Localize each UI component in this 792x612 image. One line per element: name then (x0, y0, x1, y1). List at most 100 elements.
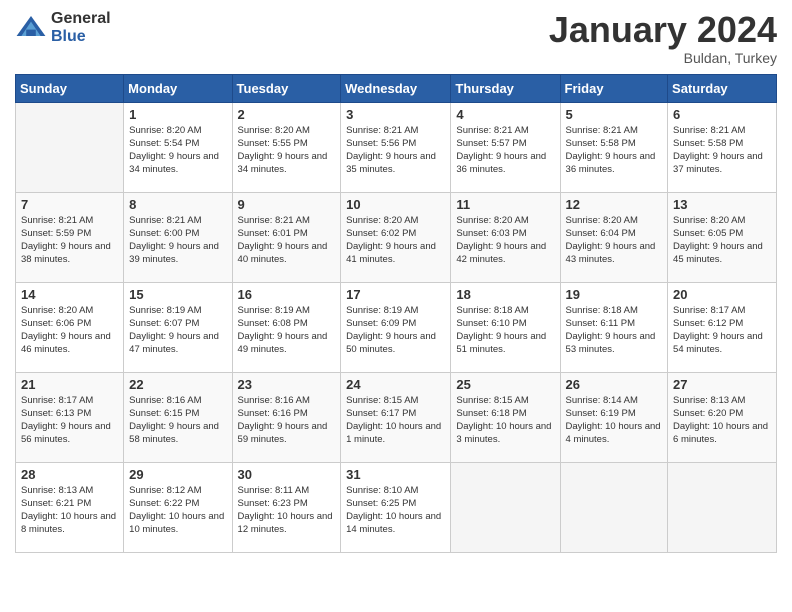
day-number: 26 (566, 377, 663, 392)
day-number: 22 (129, 377, 226, 392)
weekday-header-row: Sunday Monday Tuesday Wednesday Thursday… (16, 74, 777, 102)
title-area: January 2024 Buldan, Turkey (549, 10, 777, 66)
day-info: Sunrise: 8:20 AMSunset: 6:06 PMDaylight:… (21, 304, 118, 357)
day-number: 21 (21, 377, 118, 392)
day-number: 10 (346, 197, 445, 212)
header-friday: Friday (560, 74, 668, 102)
calendar-cell: 10 Sunrise: 8:20 AMSunset: 6:02 PMDaylig… (341, 192, 451, 282)
calendar-cell: 31 Sunrise: 8:10 AMSunset: 6:25 PMDaylig… (341, 462, 451, 552)
day-number: 27 (673, 377, 771, 392)
calendar-cell: 26 Sunrise: 8:14 AMSunset: 6:19 PMDaylig… (560, 372, 668, 462)
day-number: 23 (238, 377, 336, 392)
day-info: Sunrise: 8:19 AMSunset: 6:09 PMDaylight:… (346, 304, 445, 357)
day-info: Sunrise: 8:19 AMSunset: 6:07 PMDaylight:… (129, 304, 226, 357)
calendar-cell: 5 Sunrise: 8:21 AMSunset: 5:58 PMDayligh… (560, 102, 668, 192)
day-info: Sunrise: 8:15 AMSunset: 6:17 PMDaylight:… (346, 394, 445, 447)
calendar-cell: 1 Sunrise: 8:20 AMSunset: 5:54 PMDayligh… (124, 102, 232, 192)
day-info: Sunrise: 8:20 AMSunset: 5:55 PMDaylight:… (238, 124, 336, 177)
day-info: Sunrise: 8:13 AMSunset: 6:20 PMDaylight:… (673, 394, 771, 447)
calendar-cell: 27 Sunrise: 8:13 AMSunset: 6:20 PMDaylig… (668, 372, 777, 462)
calendar-cell: 29 Sunrise: 8:12 AMSunset: 6:22 PMDaylig… (124, 462, 232, 552)
calendar-cell: 13 Sunrise: 8:20 AMSunset: 6:05 PMDaylig… (668, 192, 777, 282)
calendar-cell (16, 102, 124, 192)
day-info: Sunrise: 8:17 AMSunset: 6:13 PMDaylight:… (21, 394, 118, 447)
day-info: Sunrise: 8:16 AMSunset: 6:15 PMDaylight:… (129, 394, 226, 447)
day-number: 24 (346, 377, 445, 392)
calendar-cell: 20 Sunrise: 8:17 AMSunset: 6:12 PMDaylig… (668, 282, 777, 372)
day-info: Sunrise: 8:21 AMSunset: 5:58 PMDaylight:… (673, 124, 771, 177)
calendar-cell: 11 Sunrise: 8:20 AMSunset: 6:03 PMDaylig… (451, 192, 560, 282)
day-number: 14 (21, 287, 118, 302)
calendar-cell: 25 Sunrise: 8:15 AMSunset: 6:18 PMDaylig… (451, 372, 560, 462)
page: General Blue January 2024 Buldan, Turkey… (0, 0, 792, 612)
calendar-table: Sunday Monday Tuesday Wednesday Thursday… (15, 74, 777, 553)
header-tuesday: Tuesday (232, 74, 341, 102)
day-number: 29 (129, 467, 226, 482)
calendar-cell (668, 462, 777, 552)
day-info: Sunrise: 8:21 AMSunset: 5:56 PMDaylight:… (346, 124, 445, 177)
logo-general-text: General (51, 10, 111, 28)
day-number: 17 (346, 287, 445, 302)
calendar-week-2: 7 Sunrise: 8:21 AMSunset: 5:59 PMDayligh… (16, 192, 777, 282)
calendar-cell: 21 Sunrise: 8:17 AMSunset: 6:13 PMDaylig… (16, 372, 124, 462)
day-number: 19 (566, 287, 663, 302)
day-info: Sunrise: 8:21 AMSunset: 5:57 PMDaylight:… (456, 124, 554, 177)
calendar-cell: 16 Sunrise: 8:19 AMSunset: 6:08 PMDaylig… (232, 282, 341, 372)
header: General Blue January 2024 Buldan, Turkey (15, 10, 777, 66)
day-number: 18 (456, 287, 554, 302)
calendar-cell: 4 Sunrise: 8:21 AMSunset: 5:57 PMDayligh… (451, 102, 560, 192)
calendar-cell: 30 Sunrise: 8:11 AMSunset: 6:23 PMDaylig… (232, 462, 341, 552)
day-number: 11 (456, 197, 554, 212)
calendar-cell: 28 Sunrise: 8:13 AMSunset: 6:21 PMDaylig… (16, 462, 124, 552)
calendar-cell: 24 Sunrise: 8:15 AMSunset: 6:17 PMDaylig… (341, 372, 451, 462)
calendar-week-3: 14 Sunrise: 8:20 AMSunset: 6:06 PMDaylig… (16, 282, 777, 372)
calendar-cell: 3 Sunrise: 8:21 AMSunset: 5:56 PMDayligh… (341, 102, 451, 192)
day-info: Sunrise: 8:21 AMSunset: 6:01 PMDaylight:… (238, 214, 336, 267)
day-number: 4 (456, 107, 554, 122)
day-info: Sunrise: 8:19 AMSunset: 6:08 PMDaylight:… (238, 304, 336, 357)
day-number: 1 (129, 107, 226, 122)
header-thursday: Thursday (451, 74, 560, 102)
day-number: 3 (346, 107, 445, 122)
day-number: 8 (129, 197, 226, 212)
calendar-cell: 8 Sunrise: 8:21 AMSunset: 6:00 PMDayligh… (124, 192, 232, 282)
logo-text: General Blue (51, 10, 111, 45)
day-number: 7 (21, 197, 118, 212)
day-info: Sunrise: 8:21 AMSunset: 5:58 PMDaylight:… (566, 124, 663, 177)
day-number: 2 (238, 107, 336, 122)
day-info: Sunrise: 8:20 AMSunset: 6:03 PMDaylight:… (456, 214, 554, 267)
day-number: 12 (566, 197, 663, 212)
day-number: 5 (566, 107, 663, 122)
header-saturday: Saturday (668, 74, 777, 102)
day-info: Sunrise: 8:11 AMSunset: 6:23 PMDaylight:… (238, 484, 336, 537)
calendar-cell: 7 Sunrise: 8:21 AMSunset: 5:59 PMDayligh… (16, 192, 124, 282)
day-info: Sunrise: 8:20 AMSunset: 6:02 PMDaylight:… (346, 214, 445, 267)
calendar-cell: 19 Sunrise: 8:18 AMSunset: 6:11 PMDaylig… (560, 282, 668, 372)
day-number: 25 (456, 377, 554, 392)
calendar-cell: 14 Sunrise: 8:20 AMSunset: 6:06 PMDaylig… (16, 282, 124, 372)
day-number: 9 (238, 197, 336, 212)
day-info: Sunrise: 8:21 AMSunset: 5:59 PMDaylight:… (21, 214, 118, 267)
day-number: 13 (673, 197, 771, 212)
day-number: 30 (238, 467, 336, 482)
day-info: Sunrise: 8:16 AMSunset: 6:16 PMDaylight:… (238, 394, 336, 447)
calendar-week-5: 28 Sunrise: 8:13 AMSunset: 6:21 PMDaylig… (16, 462, 777, 552)
day-info: Sunrise: 8:13 AMSunset: 6:21 PMDaylight:… (21, 484, 118, 537)
header-monday: Monday (124, 74, 232, 102)
day-number: 20 (673, 287, 771, 302)
header-sunday: Sunday (16, 74, 124, 102)
calendar-cell: 9 Sunrise: 8:21 AMSunset: 6:01 PMDayligh… (232, 192, 341, 282)
day-number: 6 (673, 107, 771, 122)
day-info: Sunrise: 8:18 AMSunset: 6:10 PMDaylight:… (456, 304, 554, 357)
day-info: Sunrise: 8:10 AMSunset: 6:25 PMDaylight:… (346, 484, 445, 537)
calendar-cell: 12 Sunrise: 8:20 AMSunset: 6:04 PMDaylig… (560, 192, 668, 282)
calendar-week-1: 1 Sunrise: 8:20 AMSunset: 5:54 PMDayligh… (16, 102, 777, 192)
calendar-week-4: 21 Sunrise: 8:17 AMSunset: 6:13 PMDaylig… (16, 372, 777, 462)
day-info: Sunrise: 8:21 AMSunset: 6:00 PMDaylight:… (129, 214, 226, 267)
day-info: Sunrise: 8:20 AMSunset: 5:54 PMDaylight:… (129, 124, 226, 177)
day-info: Sunrise: 8:12 AMSunset: 6:22 PMDaylight:… (129, 484, 226, 537)
day-info: Sunrise: 8:17 AMSunset: 6:12 PMDaylight:… (673, 304, 771, 357)
calendar-cell: 22 Sunrise: 8:16 AMSunset: 6:15 PMDaylig… (124, 372, 232, 462)
logo-icon (15, 12, 47, 44)
day-number: 15 (129, 287, 226, 302)
